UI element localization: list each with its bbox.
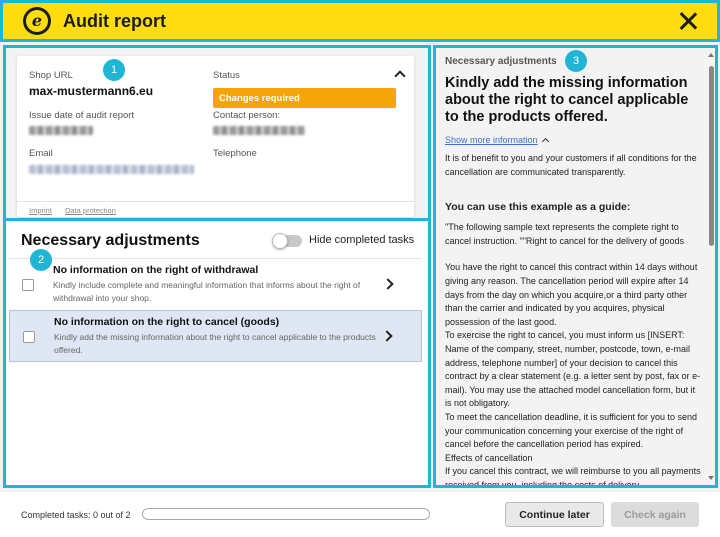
- guide-intro: "The following sample text represents th…: [445, 222, 685, 246]
- data-protection-link[interactable]: Data protection: [65, 206, 116, 215]
- issue-date-redacted: [29, 126, 93, 135]
- header-bar: e Audit report: [0, 0, 720, 42]
- guide-paragraph: To exercise the right to cancel, you mus…: [445, 330, 701, 409]
- task-checkbox[interactable]: [22, 279, 34, 291]
- progress-bar: [142, 508, 430, 520]
- detail-heading: Kindly add the missing information about…: [445, 75, 689, 125]
- close-icon[interactable]: [677, 10, 699, 32]
- task-row-selected[interactable]: No information on the right to cancel (g…: [9, 310, 422, 362]
- chevron-right-icon[interactable]: [382, 278, 394, 290]
- task-description: Kindly include complete and meaningful i…: [53, 280, 361, 303]
- completed-tasks-label: Completed tasks: 0 out of 2: [21, 510, 131, 520]
- task-checkbox[interactable]: [23, 331, 35, 343]
- show-more-text: Show more information: [445, 135, 538, 145]
- callout-3: 3: [565, 50, 587, 72]
- caret-up-icon: [541, 137, 549, 146]
- task-title: No information on the right to cancel (g…: [54, 316, 280, 328]
- guide-paragraph: You have the right to cancel this contra…: [445, 262, 698, 327]
- status-label: Status: [213, 70, 240, 81]
- task-title: No information on the right of withdrawa…: [53, 264, 259, 276]
- guide-title: You can use this example as a guide:: [445, 201, 631, 214]
- adjustments-title: Necessary adjustments: [21, 232, 200, 249]
- page-title: Audit report: [63, 10, 166, 31]
- task-row[interactable]: No information on the right of withdrawa…: [9, 258, 422, 310]
- shop-info-card: Shop URL max-mustermann6.eu Status Chang…: [17, 56, 414, 217]
- email-label: Email: [29, 148, 53, 159]
- main-area: Shop URL max-mustermann6.eu Status Chang…: [0, 42, 720, 492]
- imprint-link[interactable]: Imprint: [29, 206, 52, 215]
- trusted-shops-logo: e: [23, 7, 51, 35]
- callout-1: 1: [103, 59, 125, 81]
- scroll-thumb[interactable]: [709, 66, 714, 246]
- task-description: Kindly add the missing information about…: [54, 332, 376, 355]
- card-footer: Imprint Data protection: [17, 201, 414, 217]
- status-badge: Changes required: [213, 88, 396, 108]
- scroll-up-icon[interactable]: [708, 53, 714, 57]
- guide-paragraph: Effects of cancellation: [445, 452, 533, 463]
- guide-paragraph: If you cancel this contract, we will rei…: [445, 466, 701, 488]
- continue-later-button[interactable]: Continue later: [505, 502, 604, 527]
- hide-completed-toggle[interactable]: [272, 233, 302, 249]
- scroll-down-icon[interactable]: [708, 476, 714, 480]
- collapse-chevron-icon[interactable]: [394, 70, 406, 82]
- adjustments-panel: Necessary adjustments Hide completed tas…: [3, 218, 431, 488]
- audit-report-window: e Audit report Shop URL max-mustermann6.…: [0, 0, 720, 537]
- detail-scrollbar[interactable]: [707, 48, 715, 485]
- detail-content: Necessary adjustments Kindly add the mis…: [445, 56, 703, 488]
- footer-bar: Completed tasks: 0 out of 2 Continue lat…: [0, 492, 720, 537]
- toggle-knob: [272, 233, 288, 249]
- telephone-label: Telephone: [213, 148, 257, 159]
- shop-url-label: Shop URL: [29, 70, 73, 81]
- issue-date-label: Issue date of audit report: [29, 110, 135, 121]
- check-again-button[interactable]: Check again: [611, 502, 699, 527]
- detail-panel: Necessary adjustments Kindly add the mis…: [433, 45, 718, 488]
- contact-label: Contact person:: [213, 110, 281, 121]
- logo-letter: e: [26, 10, 48, 32]
- shop-url-value: max-mustermann6.eu: [29, 84, 154, 98]
- callout-2: 2: [30, 249, 52, 271]
- hide-completed-label: Hide completed tasks: [309, 234, 415, 246]
- contact-redacted: [213, 126, 305, 135]
- email-redacted: [29, 165, 194, 174]
- show-more-link[interactable]: Show more information: [445, 135, 703, 146]
- guide-paragraph: To meet the cancellation deadline, it is…: [445, 411, 697, 450]
- shop-info-panel: Shop URL max-mustermann6.eu Status Chang…: [3, 45, 431, 222]
- detail-intro: It is of benefit to you and your custome…: [445, 153, 697, 177]
